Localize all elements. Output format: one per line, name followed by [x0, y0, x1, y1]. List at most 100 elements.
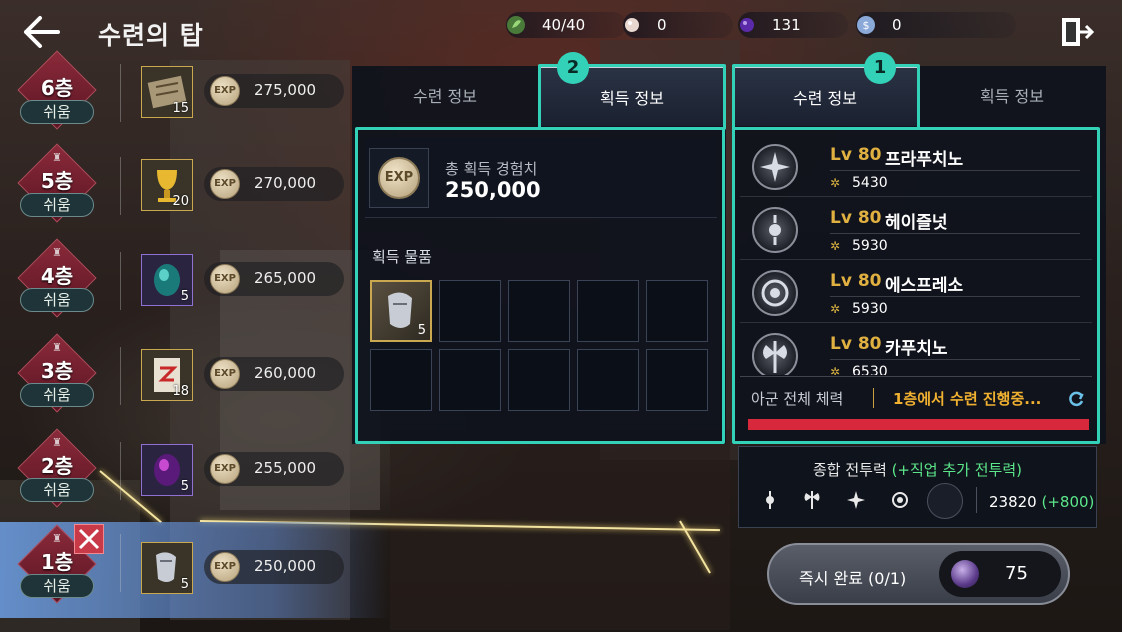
floor-badge: ♜ 3층 쉬움: [14, 333, 100, 413]
exp-reward: EXP 270,000: [204, 167, 344, 201]
hero-level: Lv 80: [830, 145, 882, 165]
crossed-swords-icon: [74, 524, 104, 554]
hero-power: 5930: [852, 238, 888, 254]
training-panel-tabs: 수련 정보 획득 정보: [732, 66, 1106, 126]
exp-reward: EXP 275,000: [204, 74, 344, 108]
exp-coin-icon: EXP: [210, 264, 240, 294]
item-slot-empty: [370, 349, 432, 411]
drop-emblem-icon: [752, 207, 798, 253]
item-slot-empty: [508, 280, 570, 342]
exp-coin-icon: EXP: [378, 157, 420, 199]
refresh-icon[interactable]: [1066, 389, 1086, 409]
item-slot[interactable]: 5: [370, 280, 432, 342]
reward-item[interactable]: 5: [141, 542, 193, 594]
reward-item[interactable]: 18: [141, 349, 193, 401]
purple-orb-icon: [951, 560, 979, 588]
reward-item[interactable]: 5: [141, 444, 193, 496]
resource-pearl: 0: [623, 12, 733, 38]
page-title: 수련의 탑: [98, 21, 204, 50]
reward-item[interactable]: 20: [141, 159, 193, 211]
instant-complete-button[interactable]: 즉시 완료 (0/1) 75: [767, 543, 1070, 605]
hero-name: 카푸치노: [885, 339, 948, 359]
party-hp-label: 아군 전체 체력: [751, 390, 844, 408]
combat-power-box: 종합 전투력 (+직업 추가 전투력) 23820 (+800): [738, 446, 1097, 528]
hero-row[interactable]: Lv 80 에스프레소 ✲ 5930: [740, 260, 1092, 323]
reward-item[interactable]: 15: [141, 66, 193, 118]
floor-number: 4층: [40, 264, 74, 288]
star-emblem-icon: [845, 489, 867, 515]
difficulty-label: 쉬움: [20, 478, 94, 502]
floor-badge: ♜ 2층 쉬움: [14, 428, 100, 508]
cost-value: 75: [1005, 563, 1028, 584]
floor-badge: ♜ 4층 쉬움: [14, 238, 100, 318]
empty-emblem-slot: [927, 483, 963, 519]
arrow-left-icon: [24, 16, 60, 48]
total-exp-icon-frame: EXP: [369, 148, 429, 208]
silver-coin-icon: $: [857, 16, 875, 34]
exit-door-icon: [1062, 18, 1095, 46]
item-qty: 5: [417, 323, 426, 338]
reward-item[interactable]: 5: [141, 254, 193, 306]
tower-icon: ♜: [52, 246, 62, 259]
hero-name: 헤이즐넛: [885, 213, 948, 233]
exp-coin-icon: EXP: [210, 552, 240, 582]
step-marker-2: 2: [557, 52, 589, 84]
tab-acquire-info[interactable]: 획득 정보: [918, 66, 1106, 126]
party-hp-fill: [748, 419, 1089, 430]
hero-row[interactable]: Lv 80 카푸치노 ✲ 6530: [740, 323, 1092, 375]
hero-power: 5930: [852, 301, 888, 317]
rose-emblem-icon: [752, 270, 798, 316]
difficulty-label: 쉬움: [20, 288, 94, 312]
tower-icon: ♜: [52, 341, 62, 354]
floor-row-6[interactable]: 6층 쉬움 15 EXP 275,000: [0, 50, 390, 140]
exit-button[interactable]: [1058, 14, 1095, 50]
tower-icon: ♜: [52, 532, 62, 545]
item-slot-empty: [439, 280, 501, 342]
floor-number: 5층: [40, 169, 74, 193]
exp-reward: EXP 260,000: [204, 357, 344, 391]
hero-level: Lv 80: [830, 271, 882, 291]
difficulty-label: 쉬움: [20, 193, 94, 217]
exp-coin-icon: EXP: [210, 76, 240, 106]
resource-coin: $ 0: [856, 12, 1016, 38]
resource-coin-value: 0: [892, 16, 902, 34]
compass-emblem-icon: [752, 144, 798, 190]
hero-power: 6530: [852, 364, 888, 375]
hero-level: Lv 80: [830, 208, 882, 228]
tower-icon: ♜: [52, 436, 62, 449]
floor-row-4[interactable]: ♜ 4층 쉬움 5 EXP 265,000: [0, 238, 390, 328]
stamina-leaf-icon: [507, 16, 525, 34]
hero-row[interactable]: Lv 80 헤이즐넛 ✲ 5930: [740, 197, 1092, 260]
exp-reward: EXP 265,000: [204, 262, 344, 296]
exp-value: 260,000: [254, 364, 317, 382]
combat-power-title: 종합 전투력 (+직업 추가 전투력): [739, 459, 1096, 480]
power-icon: ✲: [830, 365, 841, 375]
floor-row-3[interactable]: ♜ 3층 쉬움 18 EXP 260,000: [0, 333, 390, 423]
reward-qty: 20: [172, 194, 189, 209]
hero-row[interactable]: Lv 80 프라푸치노 ✲ 5430: [740, 134, 1092, 197]
rose-emblem-icon: [889, 489, 911, 515]
exp-reward: EXP 255,000: [204, 452, 344, 486]
floor-row-1[interactable]: ♜ 1층 쉬움 5 EXP 250,000: [0, 522, 390, 618]
exp-coin-icon: EXP: [210, 169, 240, 199]
floor-row-5[interactable]: ♜ 5층 쉬움 20 EXP 270,000: [0, 143, 390, 233]
floor-row-2[interactable]: ♜ 2층 쉬움 5 EXP 255,000: [0, 428, 390, 518]
step-marker-1: 1: [864, 52, 896, 84]
total-exp-label: 총 획득 경험치: [445, 160, 538, 178]
difficulty-label: 쉬움: [20, 100, 94, 124]
floor-number: 3층: [40, 359, 74, 383]
back-button[interactable]: [22, 14, 62, 50]
resource-pearl-value: 0: [657, 16, 667, 34]
item-slot-empty: [646, 349, 708, 411]
combat-power-bonus: (+800): [1041, 493, 1095, 511]
item-slot-empty: [577, 349, 639, 411]
tab-training-info[interactable]: 수련 정보: [352, 66, 538, 126]
exp-value: 265,000: [254, 269, 317, 287]
hero-power: 5430: [852, 175, 888, 191]
floor-number: 2층: [40, 454, 74, 478]
reward-qty: 5: [180, 479, 189, 494]
reward-qty: 5: [180, 289, 189, 304]
combat-power-label: 종합 전투력: [813, 461, 887, 479]
svg-text:$: $: [863, 19, 870, 32]
hero-name: 에스프레소: [885, 276, 964, 296]
